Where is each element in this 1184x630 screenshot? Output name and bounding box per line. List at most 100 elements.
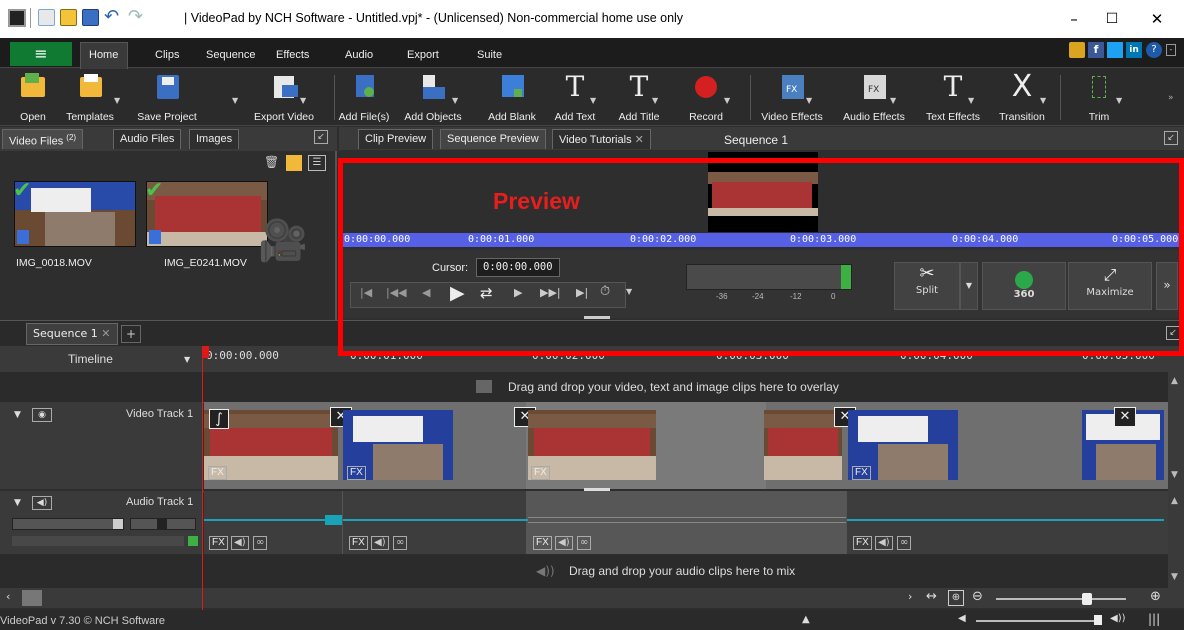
export-dropdown-icon[interactable]: ▼ <box>300 96 306 105</box>
close-tab-icon[interactable]: ✕ <box>635 134 644 146</box>
undock-preview-icon[interactable]: ↙ <box>1164 131 1178 145</box>
media-thumb-2[interactable]: ✔ <box>146 181 268 247</box>
clip-fx-button-3[interactable]: FX <box>531 466 550 480</box>
main-menu-button[interactable]: ≡ <box>10 42 72 66</box>
fade-in-icon[interactable]: ∫ <box>209 409 229 429</box>
scroll-left-icon[interactable]: ‹ <box>6 590 10 603</box>
add-objects-dropdown-icon[interactable]: ▼ <box>452 96 458 105</box>
collapse-video-track-icon[interactable]: ▼ <box>14 410 21 420</box>
save-dropdown-icon[interactable]: ▼ <box>232 96 238 105</box>
templates-button[interactable]: Templates <box>60 73 120 123</box>
speed-dropdown-icon[interactable]: ▼ <box>626 287 632 296</box>
audio-link-icon-2[interactable]: ∞ <box>393 536 408 550</box>
zoom-slider-track[interactable] <box>996 598 1126 600</box>
audio-fx-button-4[interactable]: FX <box>853 536 872 550</box>
add-blank-button[interactable]: Add Blank <box>484 73 540 123</box>
scroll-right-icon[interactable]: › <box>908 590 912 603</box>
speaker-icon[interactable]: ◀) <box>32 496 52 510</box>
clip-fx-button-2[interactable]: FX <box>347 466 366 480</box>
resize-grip[interactable] <box>584 316 610 319</box>
audio-volume-icon-4[interactable]: ◀) <box>875 536 893 550</box>
speed-icon[interactable]: ⏱ <box>600 284 610 299</box>
help-icon[interactable]: ? <box>1146 42 1162 58</box>
fit-width-icon[interactable]: ↔ <box>926 589 937 604</box>
clip-fx-button-1[interactable]: FX <box>208 466 227 480</box>
delete-icon[interactable]: 🗑 <box>264 155 280 171</box>
tab-clip-preview[interactable]: Clip Preview <box>358 129 434 149</box>
master-volume-thumb[interactable] <box>1094 615 1102 625</box>
scroll-up-icon[interactable]: ▲ <box>1171 376 1178 386</box>
volume-icon[interactable]: ◀)) <box>1110 613 1126 624</box>
track-volume-slider[interactable] <box>12 518 124 530</box>
transition-icon-4[interactable]: ✕ <box>1114 407 1136 427</box>
tab-effects[interactable]: Effects <box>276 49 309 61</box>
step-back-icon[interactable]: ◀ <box>422 286 430 299</box>
save-project-button[interactable]: Save Project <box>130 73 204 123</box>
linkedin-icon[interactable]: in <box>1126 42 1142 58</box>
tab-suite[interactable]: Suite <box>477 49 502 61</box>
tab-sequence-preview[interactable]: Sequence Preview <box>440 129 546 149</box>
zoom-in-icon[interactable]: ⊕ <box>1150 589 1161 604</box>
timeline-mode-dropdown-icon[interactable]: ▼ <box>184 355 190 364</box>
preview-ruler[interactable]: 0:00:00.000 0:00:01.000 0:00:02.000 0:00… <box>340 233 1184 247</box>
clip-fx-button-4[interactable]: FX <box>852 466 871 480</box>
undo-icon[interactable]: ↶ <box>104 6 119 27</box>
audio-effects-button[interactable]: FX Audio Effects <box>834 73 914 123</box>
close-window-button[interactable]: ✕ <box>1145 8 1169 30</box>
record-button[interactable]: Record <box>682 73 730 123</box>
playhead-line[interactable] <box>202 358 203 610</box>
add-text-dropdown-icon[interactable]: ▼ <box>590 96 596 105</box>
text-effects-button[interactable]: T Text Effects <box>914 73 992 124</box>
go-to-start-icon[interactable]: |◀ <box>360 286 372 299</box>
thumbs-up-icon[interactable] <box>1069 42 1085 58</box>
close-sequence-icon[interactable]: ✕ <box>101 327 110 340</box>
audio-fx-button-2[interactable]: FX <box>349 536 368 550</box>
media-thumb-1[interactable]: ✔ <box>14 181 136 247</box>
record-dropdown-icon[interactable]: ▼ <box>724 96 730 105</box>
previous-frame-icon[interactable]: |◀◀ <box>386 286 407 299</box>
panel-up-arrow-icon[interactable]: ▲ <box>802 614 810 625</box>
open-folder-icon[interactable] <box>60 9 77 26</box>
audio-effects-dropdown-icon[interactable]: ▼ <box>890 96 896 105</box>
maximize-window-button[interactable]: ☐ <box>1100 8 1124 30</box>
more-controls-icon[interactable]: » <box>1156 262 1178 310</box>
tab-video-files[interactable]: Video Files (2) <box>2 129 84 149</box>
audio-volume-icon-1[interactable]: ◀) <box>231 536 249 550</box>
trim-dropdown-icon[interactable]: ▼ <box>1116 96 1122 105</box>
new-file-icon[interactable] <box>38 9 55 26</box>
facebook-icon[interactable]: f <box>1088 42 1104 58</box>
add-folder-icon[interactable] <box>286 155 302 171</box>
collapse-audio-track-icon[interactable]: ▼ <box>14 498 21 508</box>
tab-audio-files[interactable]: Audio Files <box>113 129 182 149</box>
zoom-out-icon[interactable]: ⊖ <box>972 589 983 604</box>
video-clip-4[interactable] <box>764 410 842 480</box>
open-button[interactable]: Open <box>8 73 58 123</box>
scroll-down-icon[interactable]: ▼ <box>1171 470 1178 480</box>
timeline-mode-label[interactable]: Timeline <box>68 352 113 366</box>
templates-dropdown-icon[interactable]: ▼ <box>114 96 120 105</box>
tab-home[interactable]: Home <box>89 49 118 61</box>
audio-link-icon-1[interactable]: ∞ <box>253 536 268 550</box>
zoom-slider-thumb[interactable] <box>1082 593 1092 605</box>
list-view-icon[interactable]: ☰ <box>308 155 326 171</box>
volume-down-icon[interactable]: ◀ <box>958 613 966 624</box>
loop-icon[interactable]: ⇄ <box>480 284 493 302</box>
tab-clips[interactable]: Clips <box>155 49 179 61</box>
play-icon[interactable]: ▶ <box>450 282 465 304</box>
tab-video-tutorials[interactable]: Video Tutorials ✕ <box>552 129 651 149</box>
audio-fx-button-3[interactable]: FX <box>533 536 552 550</box>
video-effects-button[interactable]: FX Video Effects <box>752 73 832 123</box>
audio-volume-icon-2[interactable]: ◀) <box>371 536 389 550</box>
cursor-time-field[interactable]: 0:00:00.000 <box>476 258 560 277</box>
tab-audio[interactable]: Audio <box>345 49 373 61</box>
tab-export[interactable]: Export <box>407 49 439 61</box>
go-to-end-icon[interactable]: ▶| <box>576 286 588 299</box>
audio-scroll-up-icon[interactable]: ▲ <box>1171 496 1178 506</box>
mixer-icon[interactable]: ||| <box>1148 612 1160 626</box>
minimize-button[interactable]: – <box>1062 8 1086 30</box>
audio-link-icon-3[interactable]: ∞ <box>577 536 592 550</box>
add-files-button[interactable]: Add File(s) <box>337 73 391 123</box>
undock-timeline-icon[interactable]: ↙ <box>1166 326 1180 340</box>
add-sequence-button[interactable]: + <box>121 325 141 343</box>
add-title-dropdown-icon[interactable]: ▼ <box>652 96 658 105</box>
